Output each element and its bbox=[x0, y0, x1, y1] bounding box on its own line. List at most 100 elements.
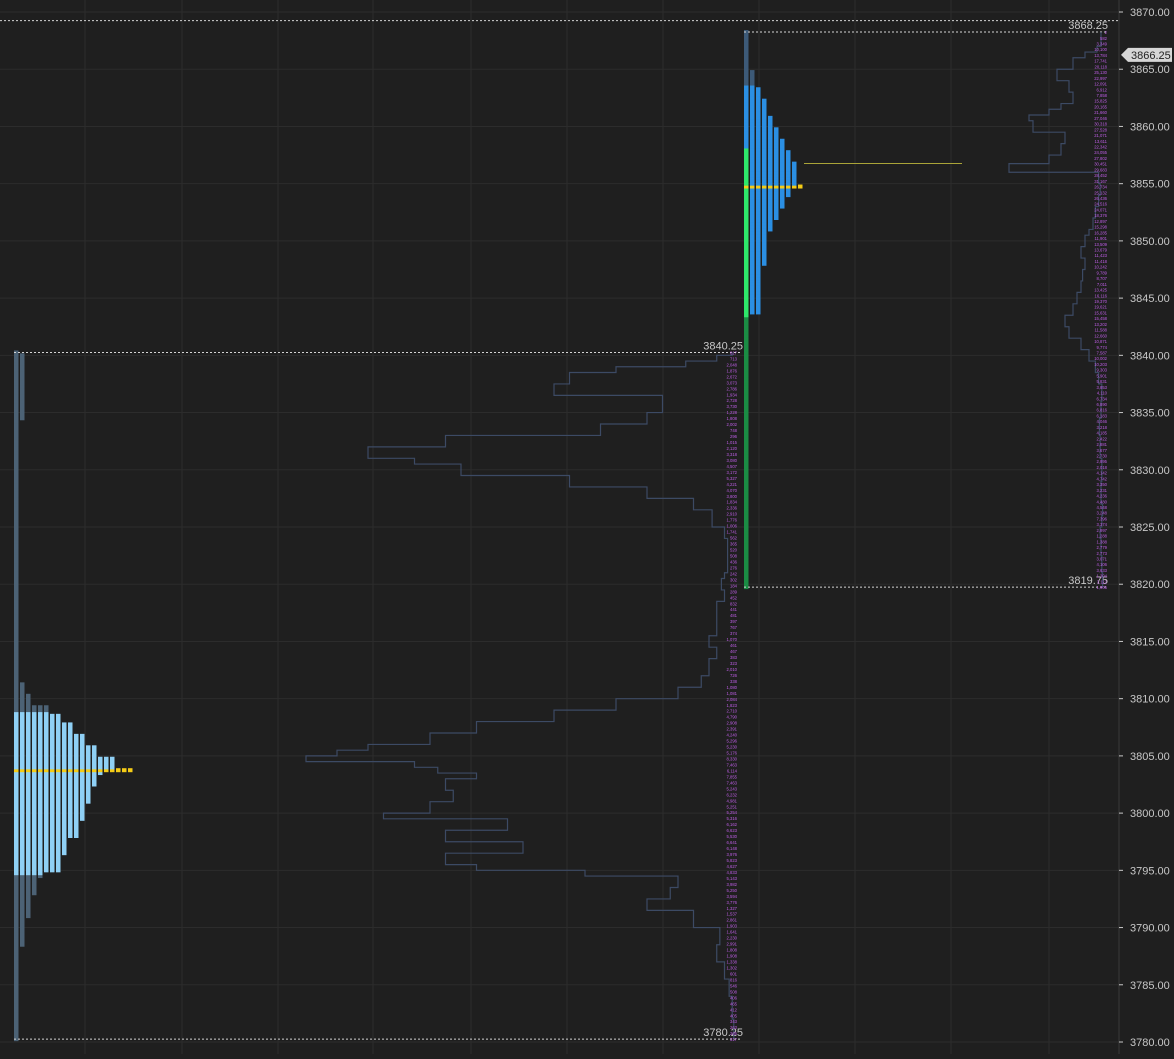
volume-label: 481 bbox=[730, 613, 738, 618]
price-axis-tick-label: 3865.00 bbox=[1130, 64, 1170, 76]
volume-label: 2,422 bbox=[1097, 436, 1108, 441]
price-axis-tick-label: 3835.00 bbox=[1130, 408, 1170, 420]
volume-label: 767 bbox=[730, 625, 738, 630]
tpo-block bbox=[74, 733, 79, 738]
price-axis-tick-label: 3815.00 bbox=[1130, 636, 1170, 648]
current-price-label: 3866.25 bbox=[1131, 50, 1171, 62]
volume-label: 2,895 bbox=[1097, 459, 1108, 464]
price-axis-tick-label: 3800.00 bbox=[1130, 808, 1170, 820]
volume-label: 8,330 bbox=[727, 757, 738, 762]
volume-label: 25,130 bbox=[1094, 70, 1107, 75]
tpo-block bbox=[786, 150, 791, 155]
price-axis-tick-label: 3785.00 bbox=[1130, 980, 1170, 992]
volume-label: 3,633 bbox=[1097, 568, 1108, 573]
volume-label: 6,641 bbox=[727, 840, 738, 845]
market-profile-chart[interactable]: 3840.25 3780.25 817 713 2,048 1,876 2,672 3,073… bbox=[0, 0, 1174, 1054]
volume-label: 20,165 bbox=[1094, 104, 1107, 109]
price-axis-tick-label: 3850.00 bbox=[1130, 236, 1170, 248]
volume-label: 11,901 bbox=[1095, 236, 1108, 241]
volume-label: 1,876 bbox=[727, 368, 738, 373]
volume-label: 15,825 bbox=[1094, 99, 1107, 104]
volume-label: 3,982 bbox=[727, 882, 738, 887]
volume-label: 7,011 bbox=[1097, 282, 1108, 287]
volume-label: 4,742 bbox=[1097, 476, 1108, 481]
price-axis-tick-label: 3855.00 bbox=[1130, 179, 1170, 191]
price-axis-tick-label: 3795.00 bbox=[1130, 865, 1170, 877]
volume-label: 4,790 bbox=[727, 715, 738, 720]
chart-canvas[interactable]: 3840.253780.258177132,0481,8762,6723,073… bbox=[0, 0, 1174, 1054]
volume-label: 7,855 bbox=[727, 774, 738, 779]
volume-label: 6,816 bbox=[1097, 408, 1108, 413]
tpo-block bbox=[110, 756, 115, 761]
volume-label: 15,298 bbox=[1094, 225, 1107, 230]
tpo-block bbox=[38, 705, 43, 710]
volume-label: 1,741 bbox=[727, 530, 738, 535]
volume-label: 6,232 bbox=[727, 792, 738, 797]
volume-label: 10,002 bbox=[1094, 356, 1107, 361]
tpo-block bbox=[62, 722, 67, 727]
volume-label: 832 bbox=[730, 601, 738, 606]
tpo-block bbox=[774, 127, 779, 132]
volume-label: 13,509 bbox=[1094, 242, 1107, 247]
volume-label: 7,587 bbox=[1097, 350, 1108, 355]
volume-label: 3,730 bbox=[727, 404, 738, 409]
volume-label: 19,621 bbox=[1094, 305, 1107, 310]
volume-label: 7,463 bbox=[727, 762, 738, 767]
volume-label: 11,418 bbox=[1095, 259, 1108, 264]
tpo-block bbox=[44, 705, 49, 710]
volume-label: 412 bbox=[730, 1007, 738, 1012]
volume-label: 2,991 bbox=[727, 942, 738, 947]
price-axis-tick-label: 3825.00 bbox=[1130, 522, 1170, 534]
volume-label: 1,228 bbox=[727, 410, 738, 415]
volume-label: 5,250 bbox=[727, 888, 738, 893]
volume-label: 1,808 bbox=[727, 416, 738, 421]
volume-labels-session-2: 25823,34910,10013,78417,74120,11825,1302… bbox=[1094, 30, 1107, 590]
volume-label: 3,594 bbox=[727, 894, 738, 899]
volume-label: 28,452 bbox=[1094, 173, 1107, 178]
volume-label: 3,318 bbox=[727, 452, 738, 457]
volume-label: 3,800 bbox=[727, 494, 738, 499]
volume-label: 5,831 bbox=[1097, 379, 1108, 384]
volume-label: 726 bbox=[730, 673, 738, 678]
volume-label: 374 bbox=[730, 631, 738, 636]
volume-label: 2,730 bbox=[1097, 453, 1108, 458]
volume-label: 6,183 bbox=[1097, 413, 1108, 418]
volume-label: 465 bbox=[730, 1001, 738, 1006]
volume-label: 4,046 bbox=[1097, 419, 1108, 424]
volume-label: 405 bbox=[730, 1013, 738, 1018]
volume-label: 6,148 bbox=[727, 846, 738, 851]
volume-label: 1,934 bbox=[727, 392, 738, 397]
volume-label: 12,091 bbox=[1094, 82, 1107, 87]
volume-label: 4,070 bbox=[727, 488, 738, 493]
volume-label: 5,316 bbox=[727, 816, 738, 821]
price-axis-tick-label: 3820.00 bbox=[1130, 579, 1170, 591]
tpo-block bbox=[20, 682, 25, 687]
volume-label: 601 bbox=[730, 971, 738, 976]
volume-label: 3,071 bbox=[1097, 556, 1108, 561]
tpo-block bbox=[792, 161, 797, 166]
volume-label: 2,910 bbox=[727, 512, 738, 517]
volume-label: 5,823 bbox=[727, 858, 738, 863]
volume-label: 13,202 bbox=[1094, 322, 1107, 327]
volume-label: 1,338 bbox=[727, 960, 738, 965]
price-axis-tick-label: 3780.00 bbox=[1130, 1037, 1170, 1049]
volume-label: 3,080 bbox=[727, 458, 738, 463]
volume-label: 3,073 bbox=[727, 380, 738, 385]
volume-label: 1,302 bbox=[727, 965, 738, 970]
volume-label: 21,660 bbox=[1094, 110, 1107, 115]
volume-label: 10,100 bbox=[1094, 47, 1107, 52]
volume-label: 242 bbox=[730, 571, 738, 576]
volume-label: 12,897 bbox=[1094, 219, 1107, 224]
volume-label: 30,451 bbox=[1094, 162, 1107, 167]
tpo-block bbox=[768, 115, 773, 120]
volume-label: 263 bbox=[730, 1025, 738, 1030]
volume-label: 2,391 bbox=[727, 727, 738, 732]
volume-label: 276 bbox=[730, 565, 738, 570]
volume-label: 265 bbox=[730, 1031, 738, 1036]
volume-label: 452 bbox=[730, 595, 738, 600]
price-axis-tick-label: 3805.00 bbox=[1130, 751, 1170, 763]
volume-label: 25,132 bbox=[1094, 190, 1107, 195]
tpo-block bbox=[56, 713, 61, 718]
tpo-block bbox=[750, 70, 755, 75]
volume-label: 3,112 bbox=[1097, 579, 1108, 584]
